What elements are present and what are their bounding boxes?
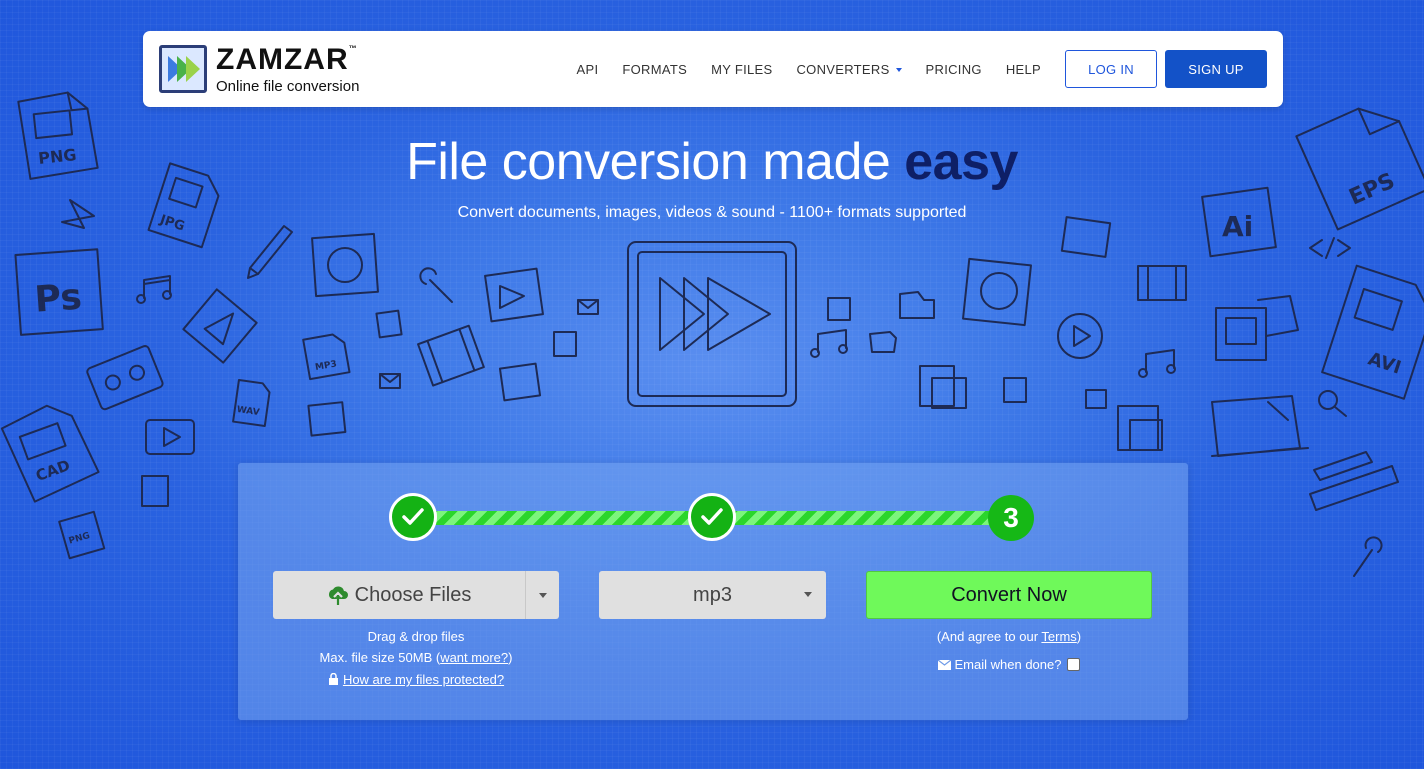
agree-terms-text: (And agree to our Terms) bbox=[936, 629, 1082, 644]
check-icon bbox=[701, 508, 723, 525]
want-more-link[interactable]: want more? bbox=[440, 650, 508, 665]
main-nav: API FORMATS MY FILES CONVERTERS PRICING … bbox=[577, 50, 1267, 88]
lock-icon bbox=[328, 672, 338, 685]
page-title-main: File conversion made bbox=[406, 133, 905, 191]
login-button[interactable]: LOG IN bbox=[1065, 50, 1157, 88]
page-title: File conversion made easy bbox=[0, 132, 1424, 192]
step-3-current: 3 bbox=[988, 495, 1034, 541]
zamzar-logo-icon bbox=[159, 45, 207, 93]
email-when-done-row: Email when done? bbox=[866, 657, 1152, 672]
converter-panel: 3 Choose Files mp3 Convert Now Drag & dr… bbox=[238, 463, 1188, 720]
email-when-done-checkbox[interactable] bbox=[1067, 658, 1081, 671]
choose-files-button[interactable]: Choose Files bbox=[273, 571, 559, 619]
max-size-text: Max. file size 50MB (want more?) bbox=[319, 650, 513, 665]
choose-files-main[interactable]: Choose Files bbox=[273, 571, 526, 619]
email-when-done-label: Email when done? bbox=[954, 657, 1062, 672]
nav-help[interactable]: HELP bbox=[1006, 62, 1041, 77]
format-select-value: mp3 bbox=[693, 583, 732, 606]
chevron-down-icon bbox=[538, 592, 547, 598]
decor-png2-label: PNG bbox=[68, 531, 91, 547]
format-select[interactable]: mp3 bbox=[599, 571, 826, 619]
nav-pricing[interactable]: PRICING bbox=[926, 62, 982, 77]
decor-avi-label: AVI bbox=[1365, 348, 1403, 378]
signup-button[interactable]: SIGN UP bbox=[1165, 50, 1267, 88]
drag-drop-text: Drag & drop files bbox=[367, 629, 465, 644]
decor-ps-label: Ps bbox=[33, 277, 83, 321]
progress-track-1 bbox=[428, 511, 698, 525]
nav-formats[interactable]: FORMATS bbox=[622, 62, 687, 77]
decor-cad-label: CAD bbox=[33, 456, 72, 485]
page-subtitle: Convert documents, images, videos & soun… bbox=[457, 204, 967, 221]
nav-api[interactable]: API bbox=[577, 62, 599, 77]
nav-converters-label: CONVERTERS bbox=[796, 61, 890, 77]
site-header: ZAMZAR™ Online file conversion API FORMA… bbox=[143, 31, 1283, 107]
terms-link[interactable]: Terms bbox=[1041, 629, 1076, 644]
chevron-down-icon bbox=[804, 592, 812, 597]
page-title-emphasis: easy bbox=[904, 133, 1018, 191]
logo-trademark: ™ bbox=[348, 43, 358, 53]
decor-wav-label: WAV bbox=[236, 405, 260, 418]
progress-track-2 bbox=[728, 511, 998, 525]
files-protected-link[interactable]: How are my files protected? bbox=[343, 672, 504, 687]
nav-my-files[interactable]: MY FILES bbox=[711, 62, 772, 77]
choose-files-dropdown[interactable] bbox=[526, 571, 559, 619]
zamzar-logo[interactable]: ZAMZAR™ Online file conversion bbox=[159, 43, 359, 95]
logo-tagline: Online file conversion bbox=[216, 77, 360, 95]
files-protected-row: How are my files protected? bbox=[273, 672, 559, 687]
nav-converters[interactable]: CONVERTERS bbox=[796, 61, 902, 77]
convert-now-button[interactable]: Convert Now bbox=[866, 571, 1152, 619]
step-1-complete bbox=[389, 493, 437, 541]
cloud-upload-icon bbox=[328, 586, 348, 605]
check-icon bbox=[402, 508, 424, 525]
step-2-complete bbox=[688, 493, 736, 541]
logo-name: ZAMZAR bbox=[216, 42, 349, 76]
mail-icon bbox=[937, 659, 951, 670]
chevron-down-icon bbox=[895, 68, 902, 73]
choose-files-label: Choose Files bbox=[354, 583, 472, 606]
decor-mp3-label: MP3 bbox=[314, 359, 337, 373]
